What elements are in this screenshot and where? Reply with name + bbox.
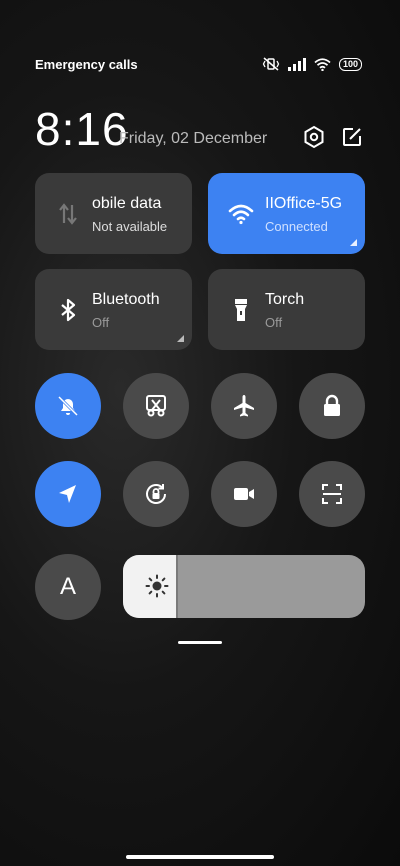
font-size-label: A bbox=[59, 573, 76, 600]
tile-bluetooth[interactable]: Bluetooth Off bbox=[35, 269, 192, 350]
scan-icon bbox=[322, 484, 342, 504]
wifi-icon bbox=[228, 204, 254, 225]
rotation-lock-toggle[interactable] bbox=[123, 461, 189, 527]
airplane-icon bbox=[234, 395, 254, 417]
airplane-mode-toggle[interactable] bbox=[211, 373, 277, 439]
clock-date: Friday, 02 December bbox=[119, 130, 268, 147]
screen-recorder-toggle[interactable] bbox=[211, 461, 277, 527]
sun-icon bbox=[145, 574, 169, 598]
clock-time: 8:16 bbox=[35, 103, 129, 155]
settings-icon[interactable] bbox=[302, 125, 326, 149]
mute-toggle[interactable] bbox=[35, 373, 101, 439]
video-camera-icon bbox=[234, 488, 254, 500]
wifi-status-icon bbox=[314, 57, 331, 71]
expand-corner-icon[interactable] bbox=[177, 335, 184, 342]
location-toggle[interactable] bbox=[35, 461, 101, 527]
tile-torch[interactable]: Torch Off bbox=[208, 269, 365, 350]
location-arrow-icon bbox=[59, 485, 76, 503]
tile-wifi[interactable]: IIOffice-5G Connected bbox=[208, 173, 365, 254]
brightness-slider[interactable] bbox=[123, 555, 365, 618]
carrier-text: Emergency calls o bbox=[35, 56, 140, 72]
lock-icon bbox=[324, 394, 340, 416]
tile-bluetooth-title: Bluetooth bbox=[92, 291, 160, 308]
tile-mobile-data[interactable]: obile data Not available bbox=[35, 173, 192, 254]
expand-corner-icon[interactable] bbox=[350, 239, 357, 246]
tile-torch-title: Torch bbox=[265, 291, 305, 308]
status-bar: Emergency calls o 100 bbox=[35, 55, 362, 73]
font-size-button[interactable]: A bbox=[35, 554, 101, 620]
status-icons: 100 bbox=[262, 57, 362, 71]
lock-toggle[interactable] bbox=[299, 373, 365, 439]
panel-drag-handle[interactable] bbox=[178, 641, 222, 644]
mobile-data-icon bbox=[59, 203, 77, 225]
rotation-lock-icon bbox=[146, 484, 166, 504]
battery-icon: 100 bbox=[338, 57, 362, 71]
tile-mobile-data-title: obile data bbox=[92, 195, 162, 212]
torch-icon bbox=[235, 299, 247, 321]
home-indicator[interactable] bbox=[126, 855, 274, 859]
scissors-icon bbox=[146, 395, 166, 417]
edit-icon[interactable] bbox=[340, 125, 364, 149]
tile-bluetooth-subtitle: Off bbox=[92, 315, 110, 330]
bell-off-icon bbox=[57, 395, 79, 417]
vibrate-off-icon bbox=[262, 57, 280, 71]
screenshot-toggle[interactable] bbox=[123, 373, 189, 439]
scanner-toggle[interactable] bbox=[299, 461, 365, 527]
tile-wifi-title: IIOffice-5G bbox=[265, 195, 343, 212]
bluetooth-icon bbox=[61, 298, 76, 322]
tile-mobile-data-subtitle: Not available bbox=[92, 219, 168, 234]
tile-torch-subtitle: Off bbox=[265, 315, 283, 330]
signal-icon bbox=[287, 57, 306, 71]
tile-wifi-subtitle: Connected bbox=[265, 219, 328, 234]
